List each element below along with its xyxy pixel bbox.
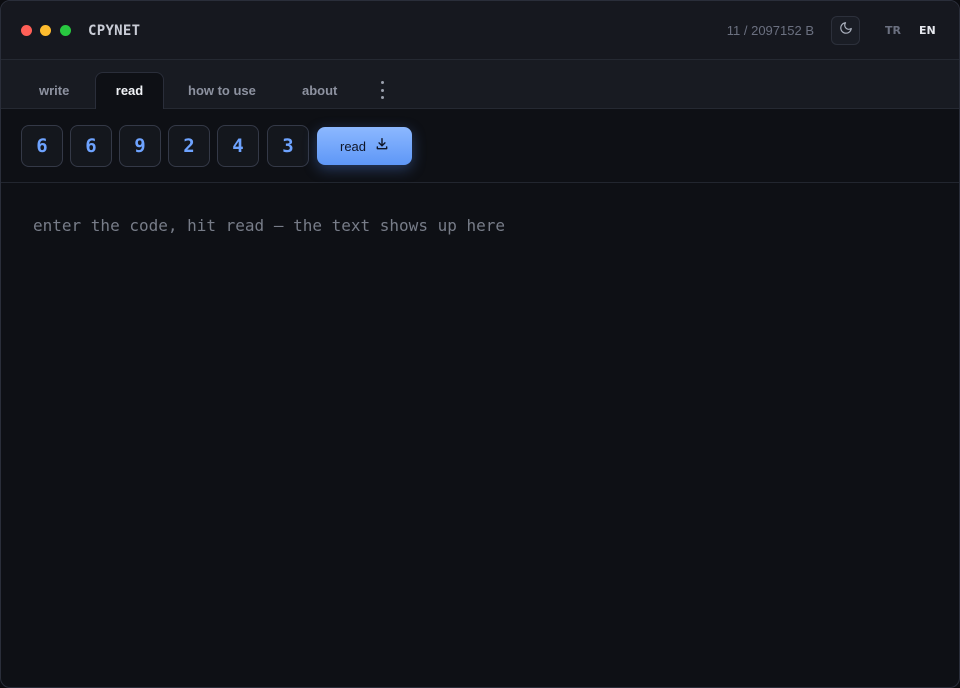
- read-button[interactable]: read: [317, 127, 412, 165]
- more-vertical-icon[interactable]: [375, 81, 389, 99]
- language-tr-button[interactable]: TR: [885, 24, 901, 37]
- tab-write[interactable]: write: [39, 83, 69, 98]
- close-window-button[interactable]: [21, 25, 32, 36]
- app-title: CPYNET: [88, 23, 141, 39]
- code-digit-4[interactable]: 2: [168, 125, 210, 167]
- code-digit-5[interactable]: 4: [217, 125, 259, 167]
- app-window: CPYNET 11 / 2097152 B TR EN write read h…: [0, 0, 960, 688]
- code-digit-1[interactable]: 6: [21, 125, 63, 167]
- code-digit-2[interactable]: 6: [70, 125, 112, 167]
- tab-read-label: read: [115, 83, 144, 98]
- code-input-row: 6 6 9 2 4 3 read: [1, 109, 959, 183]
- tab-bar: write read how to use about: [1, 60, 959, 109]
- tab-about[interactable]: about: [302, 83, 337, 98]
- minimize-window-button[interactable]: [40, 25, 51, 36]
- theme-toggle-button[interactable]: [831, 16, 860, 45]
- download-icon: [375, 137, 389, 156]
- title-bar: CPYNET 11 / 2097152 B TR EN: [1, 1, 959, 60]
- maximize-window-button[interactable]: [60, 25, 71, 36]
- language-en-button[interactable]: EN: [919, 24, 936, 37]
- output-placeholder: enter the code, hit read — the text show…: [33, 216, 506, 235]
- tab-how-to-use[interactable]: how to use: [188, 83, 256, 98]
- moon-icon: [839, 21, 853, 40]
- code-digit-3[interactable]: 9: [119, 125, 161, 167]
- byte-counter: 11 / 2097152 B: [726, 23, 814, 38]
- tab-read[interactable]: read: [95, 72, 164, 109]
- code-digit-6[interactable]: 3: [267, 125, 309, 167]
- read-button-label: read: [339, 138, 367, 154]
